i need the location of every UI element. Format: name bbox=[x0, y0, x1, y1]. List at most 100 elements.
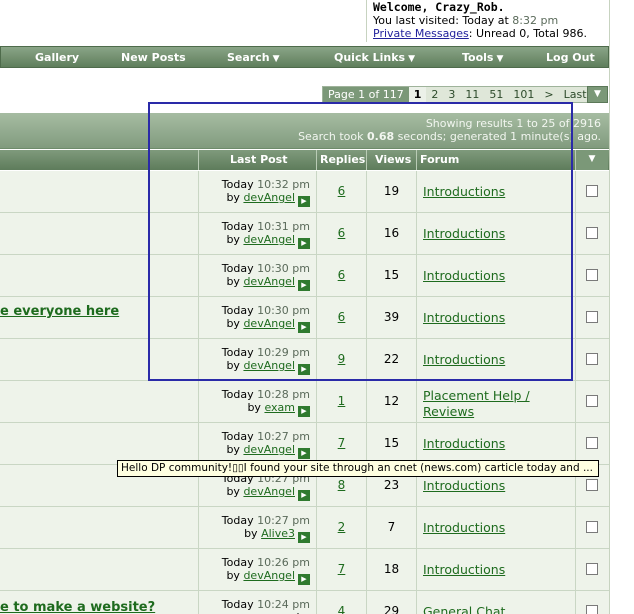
replies-link[interactable]: 7 bbox=[338, 436, 346, 450]
last-poster-link[interactable]: exam bbox=[264, 401, 295, 414]
page-next[interactable]: > bbox=[539, 87, 558, 102]
last-post-time: 10:26 pm bbox=[257, 556, 310, 569]
pagination-menu-button[interactable]: ▼ bbox=[587, 86, 608, 103]
thread-title-link[interactable]: e everyone here bbox=[0, 304, 119, 319]
by-label: by bbox=[226, 443, 240, 456]
page-link[interactable]: 2 bbox=[426, 87, 443, 102]
forum-cell: Placement Help / Reviews bbox=[416, 381, 575, 422]
replies-link[interactable]: 2 bbox=[338, 520, 346, 534]
last-post-time: 10:27 pm bbox=[257, 514, 310, 527]
select-cell bbox=[575, 339, 609, 380]
nav-search[interactable]: Search ▼ bbox=[227, 51, 280, 64]
last-post-cell: Today 10:27 pm by devAngel ▶ bbox=[198, 423, 316, 464]
welcome-panel: Welcome, Crazy_Rob. You last visited: To… bbox=[366, 0, 608, 42]
select-checkbox[interactable] bbox=[586, 479, 598, 491]
by-label: by bbox=[226, 569, 240, 582]
by-label: by bbox=[247, 401, 261, 414]
replies-link[interactable]: 7 bbox=[338, 562, 346, 576]
last-post-day: Today bbox=[221, 514, 254, 527]
by-label: by bbox=[244, 527, 258, 540]
last-post-cell: Today 10:28 pm by exam ▶ bbox=[198, 381, 316, 422]
page-link[interactable]: 11 bbox=[460, 87, 484, 102]
go-to-last-post-icon[interactable]: ▶ bbox=[298, 448, 310, 459]
last-poster-link[interactable]: Alive3 bbox=[261, 527, 295, 540]
nav-gallery[interactable]: Gallery bbox=[35, 51, 79, 64]
views-cell: 12 bbox=[366, 381, 416, 422]
replies-cell: 7 bbox=[316, 423, 366, 464]
chevron-down-icon: ▼ bbox=[496, 54, 504, 64]
select-checkbox[interactable] bbox=[586, 185, 598, 197]
views-cell: 15 bbox=[366, 423, 416, 464]
go-to-last-post-icon[interactable]: ▶ bbox=[298, 490, 310, 501]
select-checkbox[interactable] bbox=[586, 353, 598, 365]
forum-link[interactable]: Introductions bbox=[423, 436, 505, 451]
select-cell bbox=[575, 507, 609, 548]
go-to-last-post-icon[interactable]: ▶ bbox=[298, 532, 310, 543]
last-poster-link[interactable]: devAngel bbox=[243, 443, 295, 456]
last-post-cell: Today 10:24 pm by bbox=[198, 591, 316, 614]
select-checkbox[interactable] bbox=[586, 227, 598, 239]
forum-link[interactable]: General Chat bbox=[423, 604, 505, 614]
last-post-time: 10:28 pm bbox=[257, 388, 310, 401]
select-cell bbox=[575, 213, 609, 254]
nav-new-posts[interactable]: New Posts bbox=[121, 51, 186, 64]
go-to-last-post-icon[interactable]: ▶ bbox=[298, 406, 310, 417]
last-post-cell: Today 10:27 pm by Alive3 ▶ bbox=[198, 507, 316, 548]
forum-link[interactable]: Introductions bbox=[423, 520, 505, 535]
page-indicator: Page 1 of 117 bbox=[323, 87, 409, 102]
by-label: by bbox=[226, 485, 240, 498]
nav-quick-links[interactable]: Quick Links ▼ bbox=[334, 51, 415, 64]
last-post-time: 10:24 pm bbox=[257, 598, 310, 611]
select-cell bbox=[575, 381, 609, 422]
select-cell bbox=[575, 591, 609, 614]
selection-rectangle bbox=[148, 102, 573, 381]
forum-link[interactable]: Introductions bbox=[423, 562, 505, 577]
forum-cell: Introductions bbox=[416, 549, 575, 590]
page-link[interactable]: 51 bbox=[484, 87, 508, 102]
private-messages-link[interactable]: Private Messages bbox=[373, 27, 469, 40]
page-link[interactable]: 101 bbox=[508, 87, 539, 102]
select-cell bbox=[575, 255, 609, 296]
replies-link[interactable]: 8 bbox=[338, 478, 346, 492]
forum-cell: Introductions bbox=[416, 423, 575, 464]
forum-link[interactable]: Placement Help / Reviews bbox=[423, 388, 530, 419]
thread-title-link[interactable]: e to make a website? bbox=[0, 600, 155, 614]
table-row: Today 10:27 pm by devAngel ▶ 7 15 Introdu… bbox=[0, 423, 609, 465]
replies-link[interactable]: 1 bbox=[338, 394, 346, 408]
pm-status: Private Messages: Unread 0, Total 986. bbox=[373, 27, 608, 40]
last-post-day: Today bbox=[221, 430, 254, 443]
go-to-last-post-icon[interactable]: ▶ bbox=[298, 574, 310, 585]
last-poster-link[interactable]: devAngel bbox=[243, 485, 295, 498]
table-row: Today 10:28 pm by exam ▶ 1 12 Placement H… bbox=[0, 381, 609, 423]
replies-cell: 4 bbox=[316, 591, 366, 614]
last-visited: You last visited: Today at 8:32 pm bbox=[373, 14, 559, 27]
last-post-day: Today bbox=[221, 556, 254, 569]
select-checkbox[interactable] bbox=[586, 269, 598, 281]
replies-cell: 1 bbox=[316, 381, 366, 422]
last-post-time: 10:27 pm bbox=[257, 430, 310, 443]
select-checkbox[interactable] bbox=[586, 395, 598, 407]
select-checkbox[interactable] bbox=[586, 521, 598, 533]
page-current: 1 bbox=[408, 87, 427, 102]
table-row: Today 10:26 pm by devAngel ▶ 7 18 Introdu… bbox=[0, 549, 609, 591]
last-poster-link[interactable]: devAngel bbox=[243, 569, 295, 582]
select-checkbox[interactable] bbox=[586, 437, 598, 449]
last-visited-time: 8:32 pm bbox=[512, 14, 559, 27]
chevron-down-icon: ▼ bbox=[272, 54, 280, 64]
select-checkbox[interactable] bbox=[586, 563, 598, 575]
last-post-cell: Today 10:26 pm by devAngel ▶ bbox=[198, 549, 316, 590]
forum-link[interactable]: Introductions bbox=[423, 478, 505, 493]
select-checkbox[interactable] bbox=[586, 311, 598, 323]
select-checkbox[interactable] bbox=[586, 605, 598, 614]
replies-link[interactable]: 4 bbox=[338, 604, 346, 614]
forum-cell: General Chat bbox=[416, 591, 575, 614]
forum-cell: Introductions bbox=[416, 507, 575, 548]
replies-cell: 7 bbox=[316, 549, 366, 590]
nav-tools[interactable]: Tools ▼ bbox=[462, 51, 503, 64]
select-cell bbox=[575, 171, 609, 212]
select-menu-button[interactable]: ▼ bbox=[575, 150, 608, 170]
select-cell bbox=[575, 297, 609, 338]
nav-log-out[interactable]: Log Out bbox=[546, 51, 595, 64]
page-link[interactable]: 3 bbox=[443, 87, 460, 102]
pagination: Page 1 of 117 1 2 3 11 51 101 > Last » bbox=[322, 86, 603, 103]
